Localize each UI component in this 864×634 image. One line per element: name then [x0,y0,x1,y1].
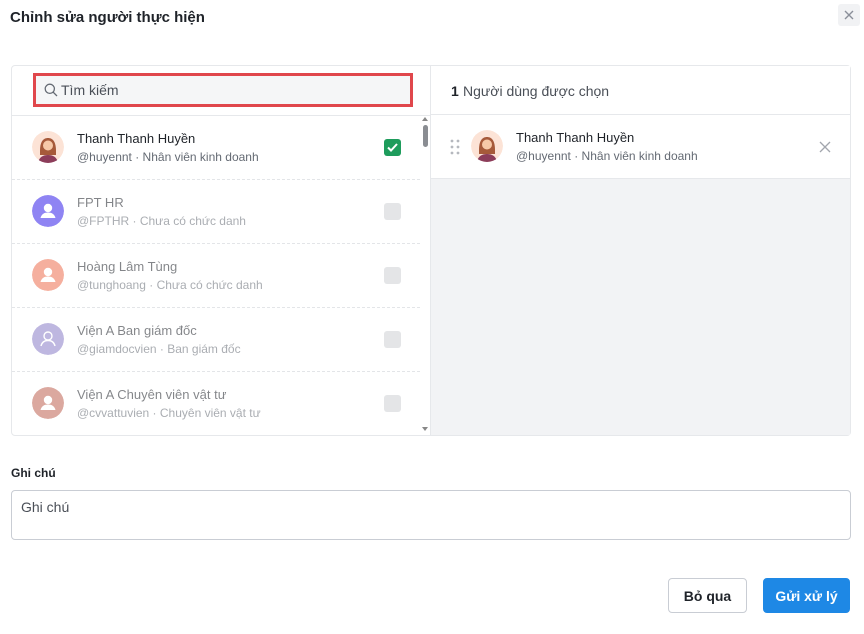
user-checkbox[interactable] [384,139,401,156]
user-row[interactable]: Viện A Ban giám đốc @giamdocvien · Ban g… [12,308,420,372]
user-avatar-icon [32,387,64,419]
user-name: Hoàng Lâm Tùng [77,259,178,274]
user-name: FPT HR [77,195,124,210]
woman-avatar-icon [32,131,64,163]
search-icon [44,83,58,97]
remove-selected-user-icon[interactable] [818,140,832,154]
user-name: Viện A Chuyên viên vật tư [77,387,227,402]
user-outline-avatar-icon [32,323,64,355]
user-list-scrollbar[interactable] [420,115,431,435]
user-name: Thanh Thanh Huyền [77,131,196,146]
user-row[interactable]: FPT HR @FPTHR · Chưa có chức danh [12,180,420,244]
user-row[interactable]: Hoàng Lâm Tùng @tunghoang · Chưa có chức… [12,244,420,308]
user-row[interactable]: Thanh Thanh Huyền @huyennt · Nhân viên k… [12,116,420,180]
scrollbar-thumb[interactable] [423,125,428,147]
dialog-title: Chỉnh sửa người thực hiện [10,9,205,26]
scroll-down-arrow-icon[interactable] [422,427,428,431]
user-list-pane: Thanh Thanh Huyền @huyennt · Nhân viên k… [12,66,431,435]
user-username-title: @huyennt · Nhân viên kinh doanh [77,150,259,164]
user-checkbox[interactable] [384,395,401,412]
search-input[interactable] [61,82,381,98]
close-button[interactable] [838,4,860,26]
selected-users-header: 1 Người dùng được chọn [431,66,850,115]
user-list: Thanh Thanh Huyền @huyennt · Nhân viên k… [12,115,431,435]
search-box[interactable] [33,73,413,107]
note-textarea[interactable] [11,490,851,540]
user-row[interactable]: Viện A Chuyên viên vật tư @cvvattuvien ·… [12,372,420,435]
selected-users-pane: 1 Người dùng được chọn Thanh Thanh Huyền… [431,66,850,435]
selected-count: 1 [451,83,459,99]
selected-user-username-title: @huyennt · Nhân viên kinh doanh [516,149,698,163]
close-icon [844,10,854,20]
scroll-up-arrow-icon[interactable] [422,117,428,121]
user-avatar-icon [32,259,64,291]
cancel-button[interactable]: Bỏ qua [668,578,747,613]
user-name: Viện A Ban giám đốc [77,323,197,338]
check-icon [387,143,398,152]
user-avatar-icon [32,195,64,227]
selected-user-row[interactable]: Thanh Thanh Huyền @huyennt · Nhân viên k… [431,115,850,179]
user-checkbox[interactable] [384,331,401,348]
user-picker: Thanh Thanh Huyền @huyennt · Nhân viên k… [11,65,851,436]
user-checkbox[interactable] [384,203,401,220]
drag-handle-icon[interactable] [450,139,460,155]
woman-avatar-icon [471,130,503,162]
note-label: Ghi chú [11,466,56,480]
selected-label: Người dùng được chọn [463,83,610,99]
user-username-title: @cvvattuvien · Chuyên viên vật tư [77,406,261,420]
user-checkbox[interactable] [384,267,401,284]
selected-user-name: Thanh Thanh Huyền [516,130,635,145]
user-username-title: @FPTHR · Chưa có chức danh [77,214,246,228]
user-username-title: @tunghoang · Chưa có chức danh [77,278,263,292]
submit-button[interactable]: Gửi xử lý [763,578,850,613]
user-username-title: @giamdocvien · Ban giám đốc [77,342,241,356]
